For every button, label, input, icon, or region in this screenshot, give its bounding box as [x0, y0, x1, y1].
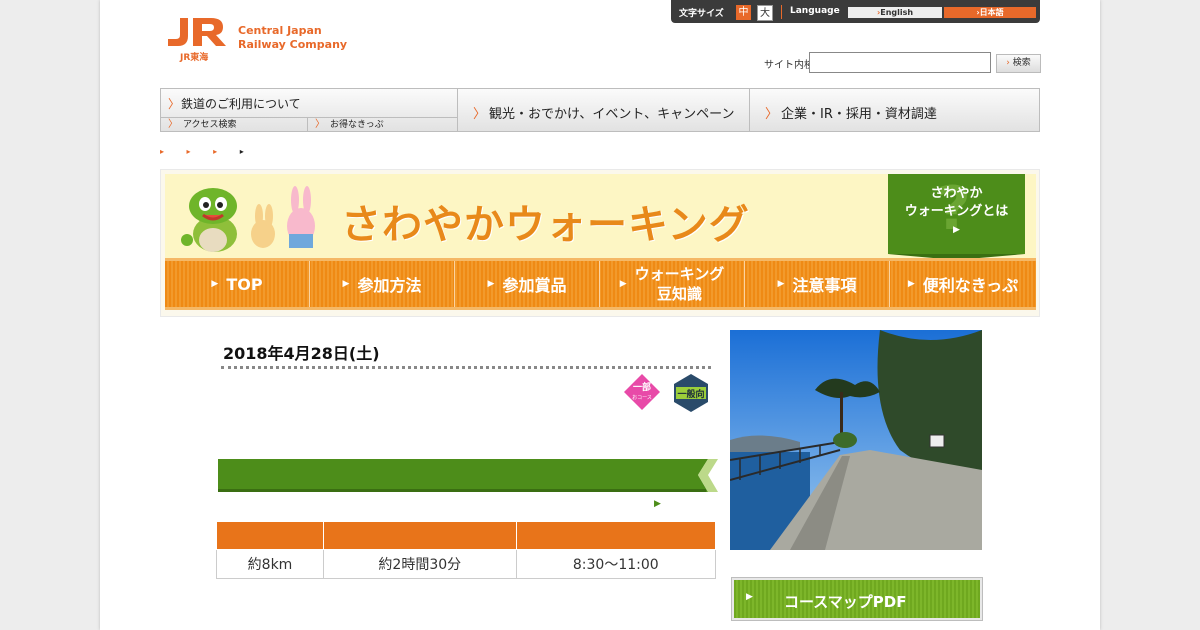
table-header-row	[215, 521, 717, 550]
arrow-icon: ›	[1006, 58, 1010, 68]
search-button-label: 検索	[1012, 58, 1031, 68]
tab-top-label: TOP	[226, 274, 263, 294]
company-name-line1: Central Japan	[238, 24, 322, 37]
tab-how-to-join-label: 参加方法	[357, 276, 422, 295]
breadcrumb-arrows: ▸ ▸ ▸	[160, 147, 240, 156]
duration-value: 約2時間30分	[323, 549, 517, 579]
dotted-divider	[221, 366, 711, 369]
triangle-right-icon: ▶	[953, 225, 960, 235]
nav-item-railway-label: 鉄道のご利用について	[181, 97, 301, 111]
triangle-right-icon: ▶	[746, 592, 753, 602]
global-nav: 〉 鉄道のご利用について 〉アクセス検索 〉お得なきっぷ 〉 観光・おでかけ、イ…	[160, 88, 1040, 132]
tab-walking-tips-label: ウォーキング 豆知識	[635, 264, 725, 304]
start-time-value: 8:30～11:00	[515, 549, 717, 579]
tab-how-to-join[interactable]: ▶ 参加方法	[310, 261, 455, 307]
nav-item-tickets-label: お得なきっぷ	[330, 120, 384, 130]
tab-prizes-label: 参加賞品	[502, 276, 567, 295]
table-header-cell	[215, 521, 325, 550]
tab-notes[interactable]: ▶ 注意事項	[745, 261, 890, 307]
font-size-medium-button[interactable]: 中	[736, 5, 751, 20]
course-map-pdf-label: コースマップPDF	[784, 593, 907, 611]
tab-tickets-label: 便利なきっぷ	[922, 276, 1019, 295]
table-header-cell	[515, 521, 717, 550]
language-english-label: English	[880, 8, 914, 17]
badge2-text: 一般向	[677, 388, 704, 400]
badge1-text: 一部	[633, 381, 651, 393]
language-english-button[interactable]: ›English	[848, 7, 942, 18]
breadcrumb[interactable]: ▸ ▸ ▸ ▸	[160, 147, 254, 156]
language-japanese-button[interactable]: ›日本語	[944, 7, 1036, 18]
banner-title: さわやかウォーキング	[341, 202, 750, 248]
course-photo	[730, 330, 982, 550]
nav-item-tourism[interactable]: 〉 観光・おでかけ、イベント、キャンペーン	[457, 89, 750, 131]
mascot-illustration-icon	[181, 186, 315, 252]
course-map-pdf-button[interactable]: ▶ コースマップPDF	[732, 578, 982, 620]
nav-group-railway: 〉 鉄道のご利用について 〉アクセス検索 〉お得なきっぷ	[161, 89, 458, 131]
search-button[interactable]: › 検索	[996, 54, 1041, 73]
chevron-right-icon: 〉	[168, 97, 181, 111]
chevron-right-icon: 〉	[315, 119, 325, 130]
company-name: Central Japan Railway Company	[238, 24, 347, 52]
tab-walking-tips[interactable]: ▶ ウォーキング 豆知識	[600, 261, 745, 307]
utility-bar: 文字サイズ 中 大 Language ›English ›日本語	[671, 0, 1040, 23]
sawayaka-banner: さわやかウォーキング ? さわやか ウォーキングとは ▶ ▶ TOP ▶ 参加方法 …	[160, 169, 1040, 317]
tab-walking-tips-line2: 豆知識	[656, 285, 702, 303]
course-bar	[218, 459, 718, 492]
partial-course-badge-icon: 一部 おコース	[624, 374, 660, 410]
badge1-subtext: おコース	[632, 394, 652, 401]
logo-sub-label: JR東海	[180, 53, 209, 63]
divider	[781, 5, 782, 19]
triangle-right-icon: ▶	[342, 279, 350, 289]
event-date: 2018年4月28日(土)	[223, 344, 380, 363]
about-line2: ウォーキングとは	[904, 204, 1009, 219]
font-size-large-button[interactable]: 大	[757, 5, 773, 21]
about-line1: さわやか	[930, 186, 983, 201]
tab-notes-label: 注意事項	[792, 276, 857, 295]
triangle-right-icon: ▶	[654, 499, 661, 509]
nav-item-corporate-label: 企業・IR・採用・資材調達	[781, 107, 937, 122]
nav-item-railway[interactable]: 〉 鉄道のご利用について	[161, 89, 457, 118]
tab-prizes[interactable]: ▶ 参加賞品	[455, 261, 600, 307]
distance-value: 約8km	[215, 549, 325, 579]
banner-tabs: ▶ TOP ▶ 参加方法 ▶ 参加賞品 ▶ ウォーキング 豆知識 ▶ 注意事項 ▶ 便利なきっ…	[165, 258, 1036, 310]
triangle-right-icon: ▶	[487, 279, 495, 289]
about-sawayaka-button[interactable]: ? さわやか ウォーキングとは ▶	[888, 174, 1025, 254]
chevron-right-icon: 〉	[765, 107, 779, 122]
tab-walking-tips-line1: ウォーキング	[634, 265, 725, 283]
tab-top[interactable]: ▶ TOP	[165, 261, 310, 307]
page: JR東海 Central Japan Railway Company 文字サイズ…	[100, 0, 1100, 630]
nav-item-tickets[interactable]: 〉お得なきっぷ	[308, 118, 457, 131]
triangle-right-icon: ▶	[619, 279, 627, 289]
font-size-label: 文字サイズ	[679, 9, 724, 19]
tab-tickets[interactable]: ▶ 便利なきっぷ	[890, 261, 1036, 307]
nav-item-corporate[interactable]: 〉 企業・IR・採用・資材調達	[749, 89, 1039, 131]
nav-item-access[interactable]: 〉アクセス検索	[161, 118, 308, 131]
breadcrumb-current-arrow: ▸	[239, 147, 254, 156]
table-row: 約8km 約2時間30分 8:30～11:00	[215, 549, 717, 579]
nav-item-access-label: アクセス検索	[183, 120, 237, 130]
jr-logo-icon[interactable]	[166, 16, 228, 48]
triangle-right-icon: ▶	[907, 279, 915, 289]
table-header-cell	[323, 521, 517, 550]
detail-link[interactable]: ▶	[654, 495, 661, 510]
chevron-right-icon: 〉	[473, 107, 487, 122]
course-info-table: 約8km 約2時間30分 8:30～11:00	[215, 521, 717, 579]
chevron-right-icon: 〉	[168, 119, 178, 130]
company-name-line2: Railway Company	[238, 38, 348, 51]
language-japanese-label: 日本語	[979, 8, 1004, 17]
nav-item-tourism-label: 観光・おでかけ、イベント、キャンペーン	[489, 107, 735, 122]
language-label: Language	[790, 6, 840, 16]
triangle-right-icon: ▶	[211, 279, 219, 289]
search-input[interactable]	[809, 52, 991, 73]
about-sawayaka-label: さわやか ウォーキングとは	[888, 174, 1025, 221]
triangle-right-icon: ▶	[777, 279, 785, 289]
general-badge-icon: 一般向	[674, 374, 708, 412]
